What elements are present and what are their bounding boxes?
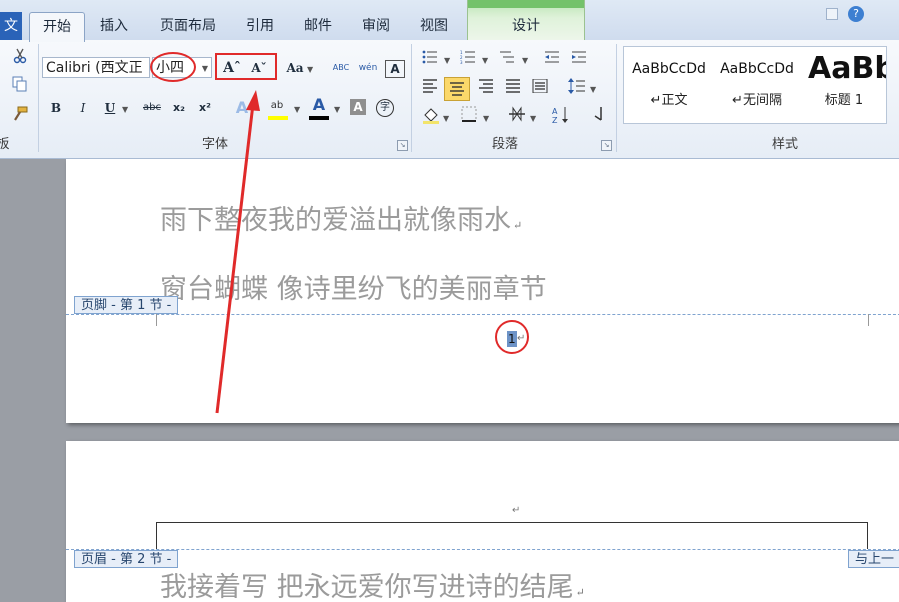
tab-home[interactable]: 开始 <box>29 12 85 42</box>
annotation-arrow <box>215 90 260 414</box>
